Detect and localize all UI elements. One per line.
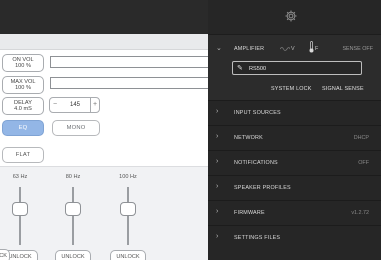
signal-sense-link[interactable]: SIGNAL SENSE: [322, 86, 364, 92]
increment-button[interactable]: +: [90, 98, 99, 112]
menu-item-label: SPEAKER PROFILES: [234, 185, 291, 191]
menu-item-settings-files[interactable]: › SETTINGS FILES: [208, 225, 381, 260]
menu-item-label: INPUT SOURCES: [234, 110, 281, 116]
delay-stepper[interactable]: − 145 +: [49, 97, 100, 113]
on-volume-bar[interactable]: [50, 56, 208, 68]
delay-stepper-value: 145: [70, 102, 81, 108]
eq-bands-area: 63 Hz UNLOCK 80 Hz UNLOCK 100 Hz UNLOCK: [0, 166, 208, 260]
menu-item-label: NOTIFICATIONS: [234, 160, 278, 166]
menu-item-label: NETWORK: [234, 135, 263, 141]
max-volume-value: 100 %: [15, 85, 31, 91]
amplifier-label[interactable]: AMPLIFIER: [234, 46, 264, 52]
slider-track: [127, 187, 129, 245]
slider-handle[interactable]: [12, 202, 28, 216]
left-header-strip: [0, 34, 208, 50]
flat-button[interactable]: FLAT: [2, 147, 44, 163]
slider-track: [72, 187, 74, 245]
slider-track: [19, 187, 21, 245]
decrement-button[interactable]: −: [53, 101, 57, 108]
menu-item-notifications[interactable]: › NOTIFICATIONS OFF: [208, 150, 381, 175]
menu-item-network[interactable]: › NETWORK DHCP: [208, 125, 381, 150]
chevron-right-icon: ›: [216, 158, 219, 165]
sense-status: SENSE OFF: [342, 46, 373, 52]
gear-icon[interactable]: [284, 9, 298, 23]
eq-button[interactable]: EQ: [2, 120, 44, 136]
menu-item-firmware[interactable]: › FIRMWARE v1.2.72: [208, 200, 381, 225]
amplifier-section: ⌄ AMPLIFIER V F SENSE OFF ✎ RS500 SYSTEM…: [208, 35, 381, 100]
menu-item-label: FIRMWARE: [234, 210, 265, 216]
max-volume-button[interactable]: MAX VOL 100 %: [2, 76, 44, 94]
chevron-right-icon: ›: [216, 108, 219, 115]
unlock-button[interactable]: UNLOCK: [55, 250, 91, 260]
channel-settings-panel: ON VOL 100 % MAX VOL 100 % DELAY 4.0 mS …: [0, 0, 208, 260]
pencil-icon: ✎: [237, 65, 243, 72]
system-lock-link[interactable]: SYSTEM LOCK: [271, 86, 312, 92]
device-name-field[interactable]: ✎ RS500: [232, 61, 362, 75]
band-frequency: 80 Hz: [65, 174, 81, 180]
thermometer-icon: [309, 41, 314, 53]
band-frequency: 100 Hz: [119, 174, 137, 180]
menu-item-value: v1.2.72: [351, 210, 369, 216]
unlock-button-partial[interactable]: UNLOCK: [0, 249, 10, 260]
chevron-right-icon: ›: [216, 183, 219, 190]
menu-item-input-sources[interactable]: › INPUT SOURCES: [208, 100, 381, 125]
device-name-value: RS500: [249, 66, 267, 72]
menu-item-speaker-profiles[interactable]: › SPEAKER PROFILES: [208, 175, 381, 200]
chevron-right-icon: ›: [216, 208, 219, 215]
delay-value: 4.0 mS: [14, 106, 32, 112]
temperature-unit: F: [315, 46, 319, 52]
eq-band-100hz: 100 Hz UNLOCK: [108, 167, 148, 260]
waveform-icon: [280, 47, 290, 51]
menu-item-label: SETTINGS FILES: [234, 235, 281, 241]
eq-band-80hz: 80 Hz UNLOCK: [53, 167, 93, 260]
slider-handle[interactable]: [120, 202, 136, 216]
menu-item-value: OFF: [358, 160, 369, 166]
delay-button[interactable]: DELAY 4.0 mS: [2, 97, 44, 115]
chevron-down-icon[interactable]: ⌄: [216, 44, 222, 52]
eq-band-63hz: 63 Hz UNLOCK: [0, 167, 40, 260]
on-volume-value: 100 %: [15, 63, 31, 69]
unlock-button[interactable]: UNLOCK: [110, 250, 146, 260]
chevron-right-icon: ›: [216, 233, 219, 240]
voltage-unit: V: [291, 46, 295, 52]
menu-item-value: DHCP: [353, 135, 369, 141]
settings-sidebar: ⌄ AMPLIFIER V F SENSE OFF ✎ RS500 SYSTEM…: [208, 0, 381, 260]
mono-button[interactable]: MONO: [52, 120, 100, 136]
on-volume-button[interactable]: ON VOL 100 %: [2, 54, 44, 72]
left-header-bar: [0, 0, 208, 34]
chevron-right-icon: ›: [216, 133, 219, 140]
max-volume-bar[interactable]: [50, 77, 208, 89]
slider-handle[interactable]: [65, 202, 81, 216]
band-frequency: 63 Hz: [12, 174, 28, 180]
